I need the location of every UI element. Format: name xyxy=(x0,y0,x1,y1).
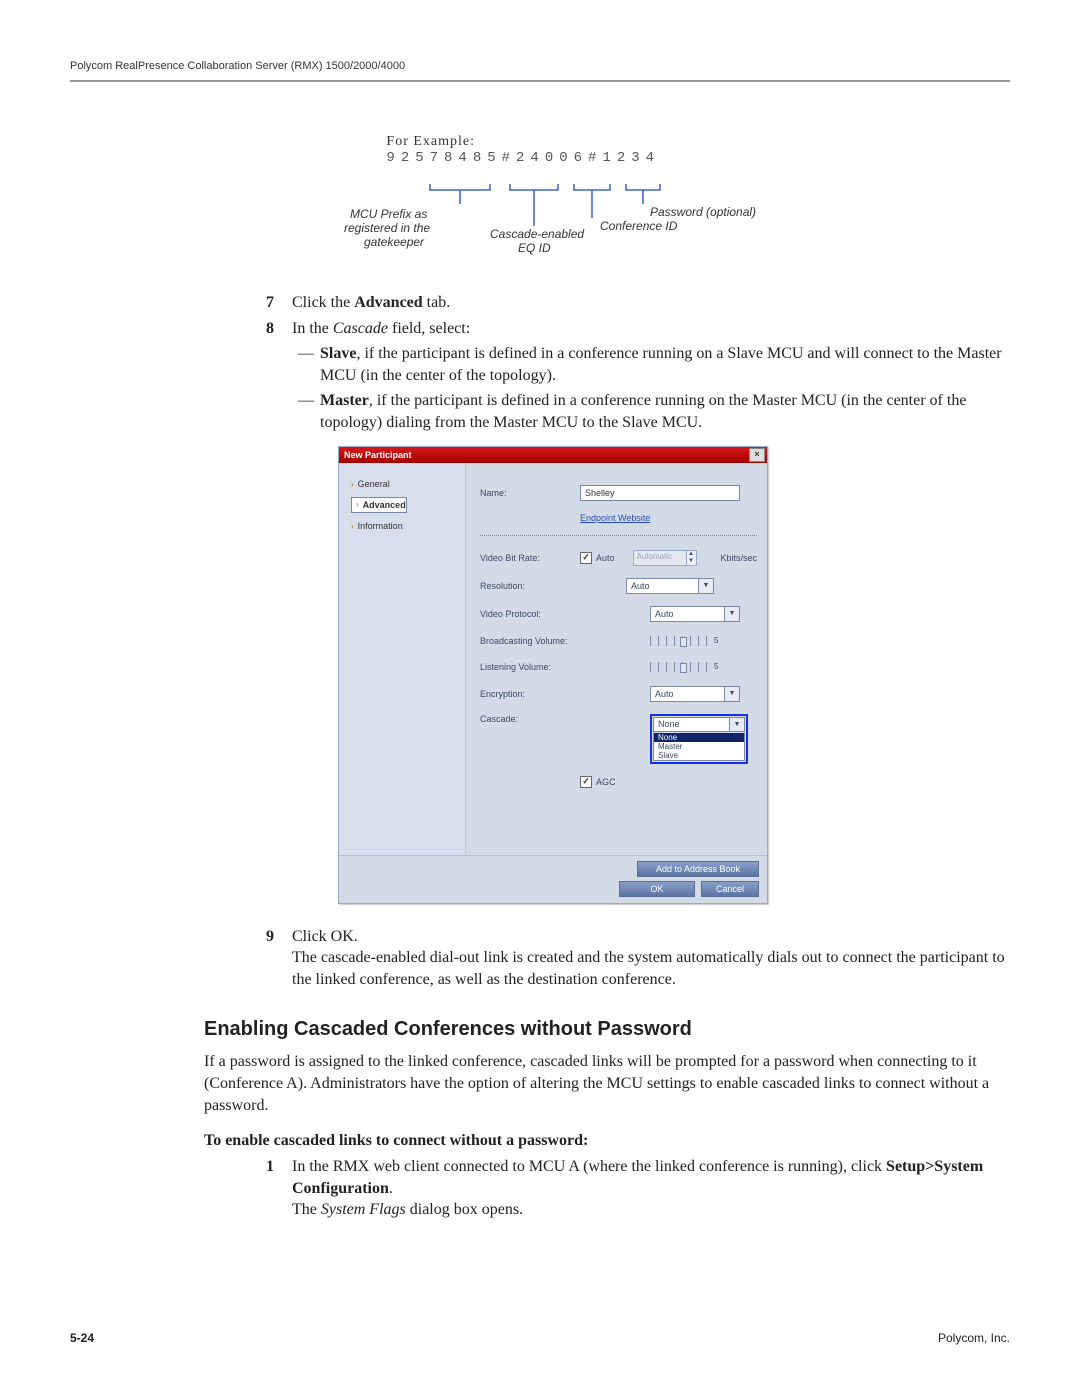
example-figure: For Example: 92578485#24006#1234 MCU Pre… xyxy=(300,118,770,264)
example-dial-string: 92578485#24006#1234 xyxy=(386,150,660,166)
resolution-select[interactable]: Auto▼ xyxy=(626,578,714,594)
resolution-label: Resolution: xyxy=(480,581,580,591)
section-heading: Enabling Cascaded Conferences without Pa… xyxy=(204,1018,1010,1041)
example-callouts: MCU Prefix as registered in the gatekeep… xyxy=(300,184,770,264)
video-protocol-label: Video Protocol: xyxy=(480,609,580,619)
encryption-select[interactable]: Auto▼ xyxy=(650,686,740,702)
cancel-button[interactable]: Cancel xyxy=(701,881,759,897)
cascade-option-none[interactable]: None xyxy=(654,733,744,742)
name-input[interactable]: Shelley xyxy=(580,485,740,501)
step-8-num: 8 xyxy=(234,318,292,922)
chevron-down-icon: ▼ xyxy=(729,718,744,731)
step-9: 9 Click OK. The cascade-enabled dial-out… xyxy=(234,926,1010,991)
dialog-nav: ›General ›Advanced ›Information xyxy=(339,463,466,855)
step-9-line2: The cascade-enabled dial-out link is cre… xyxy=(292,947,1010,990)
dialog-title: New Participant xyxy=(344,450,412,460)
vbr-auto-checkbox[interactable]: ✓Auto xyxy=(580,552,615,564)
add-to-address-book-button[interactable]: Add to Address Book xyxy=(637,861,759,877)
step-7-num: 7 xyxy=(234,292,292,314)
new-participant-dialog: New Participant × ›General ›Advanced ›In… xyxy=(338,446,768,904)
step-7: 7 Click the Advanced tab. xyxy=(234,292,1010,314)
chevron-icon: › xyxy=(351,480,354,489)
step-8-post: field, select: xyxy=(388,320,470,337)
vbr-units: Kbits/sec xyxy=(721,553,758,563)
ok-button[interactable]: OK xyxy=(619,881,695,897)
broadcast-volume-label: Broadcasting Volume: xyxy=(480,636,580,646)
step-8-slave-b: Slave xyxy=(320,345,356,362)
chevron-down-icon: ▼ xyxy=(698,579,713,593)
nav-item-general[interactable]: ›General xyxy=(351,479,459,489)
chevron-icon: › xyxy=(351,522,354,531)
broadcast-volume-slider[interactable]: 5 xyxy=(650,634,757,648)
step-9-num: 9 xyxy=(234,926,292,991)
page-number: 5-24 xyxy=(70,1331,94,1345)
cascade-select[interactable]: None▼ None Master Slave xyxy=(650,714,748,764)
chevron-icon: › xyxy=(356,500,359,509)
step-8-master-b: Master xyxy=(320,392,369,409)
step-1-l2-post: dialog box opens. xyxy=(406,1201,523,1218)
step-8-pre: In the xyxy=(292,320,333,337)
step-8-slave-t: , if the participant is defined in a con… xyxy=(320,345,1002,384)
caption-pwd: Password (optional) xyxy=(650,205,756,219)
page-header: Polycom RealPresence Collaboration Serve… xyxy=(70,60,1010,72)
section-lead: To enable cascaded links to connect with… xyxy=(204,1132,1010,1150)
cascade-option-master[interactable]: Master xyxy=(654,742,744,751)
vbr-spinner[interactable]: Automatic▲▼ xyxy=(633,550,697,566)
close-button[interactable]: × xyxy=(749,448,765,462)
agc-checkbox[interactable]: ✓AGC xyxy=(580,776,616,788)
chevron-down-icon: ▼ xyxy=(724,607,739,621)
dash-icon: — xyxy=(292,343,320,386)
step-8-it: Cascade xyxy=(333,320,388,337)
header-rule xyxy=(70,80,1010,82)
endpoint-website-link[interactable]: Endpoint Website xyxy=(580,513,650,523)
step-1-post: . xyxy=(389,1180,393,1197)
cascade-label: Cascade: xyxy=(480,714,580,724)
step-7-pre: Click the xyxy=(292,294,354,311)
example-label: For Example: xyxy=(386,134,475,149)
footer-company: Polycom, Inc. xyxy=(938,1331,1010,1345)
nav-item-advanced[interactable]: ›Advanced xyxy=(351,497,407,513)
step-7-bold: Advanced xyxy=(354,294,422,311)
name-label: Name: xyxy=(480,488,580,498)
step-1-l2-it: System Flags xyxy=(321,1201,406,1218)
encryption-label: Encryption: xyxy=(480,689,580,699)
cascade-option-slave[interactable]: Slave xyxy=(654,751,744,760)
chevron-down-icon: ▼ xyxy=(724,687,739,701)
caption-mcu-1: MCU Prefix as xyxy=(350,207,427,221)
caption-conf: Conference ID xyxy=(600,219,678,233)
nav-item-information[interactable]: ›Information xyxy=(351,521,459,531)
listening-volume-slider[interactable]: 5 xyxy=(650,660,757,674)
step-1-num: 1 xyxy=(234,1156,292,1221)
section-paragraph: If a password is assigned to the linked … xyxy=(204,1051,1010,1116)
caption-eq-1: Cascade-enabled xyxy=(490,227,584,241)
step-8: 8 In the Cascade field, select: — Slave,… xyxy=(234,318,1010,922)
listening-volume-label: Listening Volume: xyxy=(480,662,580,672)
step-9-line1: Click OK. xyxy=(292,926,1010,948)
step-8-master-t: , if the participant is defined in a con… xyxy=(320,392,966,431)
video-bit-rate-label: Video Bit Rate: xyxy=(480,553,580,563)
video-protocol-select[interactable]: Auto▼ xyxy=(650,606,740,622)
caption-mcu-3: gatekeeper xyxy=(364,235,425,249)
dash-icon: — xyxy=(292,390,320,433)
caption-eq-2: EQ ID xyxy=(518,241,551,255)
step-1-l2-pre: The xyxy=(292,1201,321,1218)
step-1-pre: In the RMX web client connected to MCU A… xyxy=(292,1158,886,1175)
step-7-post: tab. xyxy=(423,294,451,311)
step-1: 1 In the RMX web client connected to MCU… xyxy=(234,1156,1010,1221)
caption-mcu-2: registered in the xyxy=(344,221,430,235)
